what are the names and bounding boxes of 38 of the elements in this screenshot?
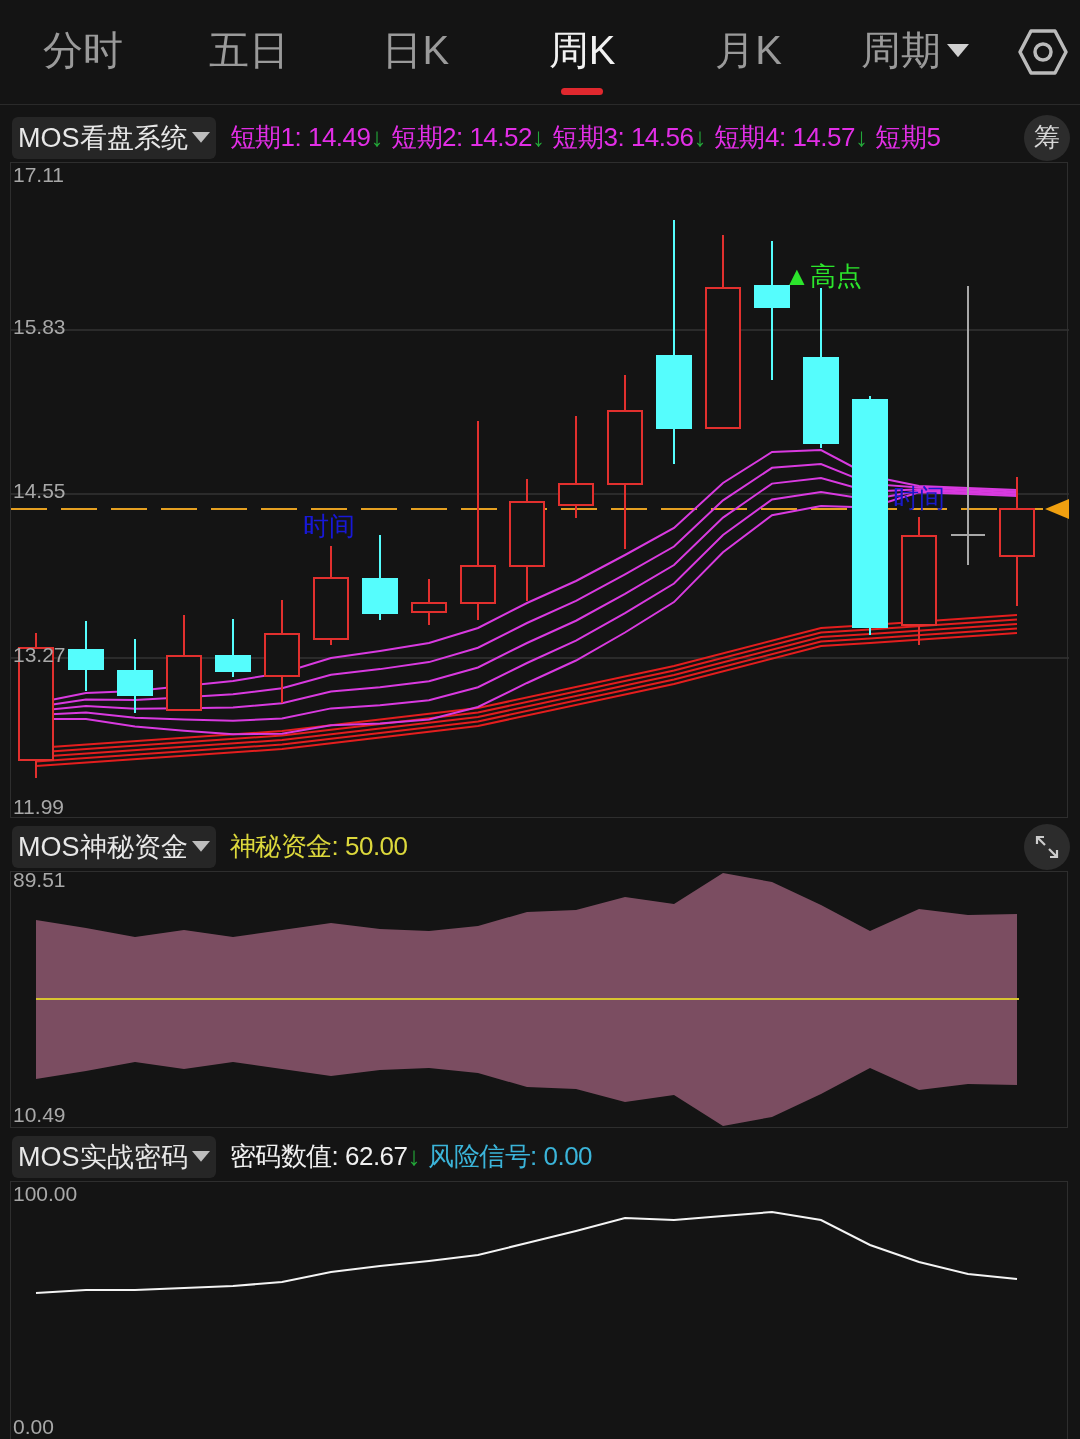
indicator-reading: 神秘资金: 50.00 [229, 830, 408, 864]
period-tab[interactable]: 周K [499, 0, 666, 104]
indicator-reading: 短期5 [875, 121, 941, 155]
indicator-selector[interactable]: MOS看盘系统 [12, 116, 216, 159]
expand-button[interactable] [1024, 823, 1070, 870]
indicator-selector[interactable]: MOS神秘资金 [12, 825, 216, 868]
time-label: 时间 [303, 510, 355, 544]
axis-label: 10.49 [13, 1102, 66, 1127]
price-marker-icon [1045, 499, 1069, 520]
axis-label: 89.51 [13, 868, 66, 893]
caret-icon [191, 132, 210, 144]
period-tab[interactable]: 分时 [0, 0, 167, 104]
axis-label: 11.99 [13, 795, 64, 820]
period-tab[interactable]: 五日 [166, 0, 333, 104]
indicator-reading: 短期4: 14.57↓ [713, 121, 868, 155]
axis-label: 14.55 [13, 479, 66, 504]
indicator-reading: 短期3: 14.56↓ [552, 121, 706, 155]
indicator-reading: 密码数值: 62.67↓ [229, 1140, 421, 1174]
caret-icon [946, 43, 969, 58]
settings-icon[interactable] [1017, 29, 1068, 75]
high-point-label: ▲高点 [784, 260, 862, 294]
axis-label: 17.11 [13, 163, 64, 188]
period-tab[interactable]: 周期 [831, 0, 998, 104]
period-tab[interactable]: 月K [665, 0, 832, 104]
candlestick [215, 618, 251, 679]
candlestick [411, 578, 447, 627]
indicator-selector[interactable]: MOS实战密码 [12, 1135, 216, 1178]
caret-icon [191, 1151, 210, 1162]
indicator-reading: 短期2: 14.52↓ [391, 121, 545, 155]
caret-icon [191, 841, 210, 852]
indicator-reading: 短期1: 14.49↓ [229, 121, 383, 155]
expand-icon [1034, 833, 1060, 860]
axis-label: 100.00 [13, 1182, 78, 1207]
period-tab[interactable]: 日K [332, 0, 499, 104]
axis-label: 15.83 [13, 315, 66, 340]
indicator-reading: 风险信号: 0.00 [428, 1140, 593, 1174]
axis-label: 0.00 [13, 1415, 54, 1439]
chips-button[interactable]: 筹 [1024, 114, 1070, 161]
